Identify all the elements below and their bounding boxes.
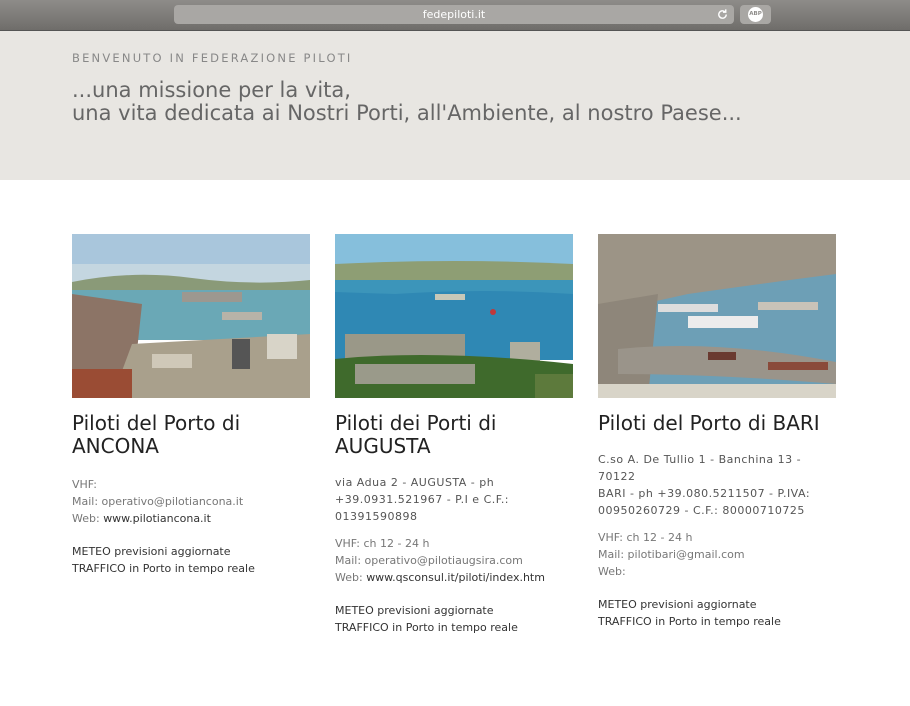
address-line-2: +39.0931.521967 - P.I e C.F.: xyxy=(335,493,510,506)
card-links: METEO previsioni aggiornate TRAFFICO in … xyxy=(598,596,836,630)
address: via Adua 2 - AUGUSTA - ph +39.0931.52196… xyxy=(335,474,573,525)
address-line-2: BARI - ph +39.080.5211507 - P.IVA: xyxy=(598,487,811,500)
address-line-3: 00950260729 - C.F.: 80000710725 xyxy=(598,504,805,517)
contact-info: VHF: Mail: operativo@pilotiancona.it Web… xyxy=(72,476,310,527)
traffico-link[interactable]: TRAFFICO in Porto in tempo reale xyxy=(72,560,310,577)
web-link[interactable]: www.qsconsul.it/piloti/index.htm xyxy=(366,571,545,584)
mail-label: Mail: xyxy=(335,554,365,567)
card-bari: Piloti del Porto di BARI C.so A. De Tull… xyxy=(598,234,836,630)
card-title: Piloti del Porto di BARI xyxy=(598,412,836,435)
reload-icon[interactable] xyxy=(716,8,729,21)
web-row: Web: xyxy=(598,563,836,580)
card-title-line-2: AUGUSTA xyxy=(335,434,431,458)
card-augusta: Piloti dei Porti di AUGUSTA via Adua 2 -… xyxy=(335,234,573,636)
vhf-text: VHF: ch 12 - 24 h xyxy=(598,531,693,544)
traffico-link[interactable]: TRAFFICO in Porto in tempo reale xyxy=(598,613,836,630)
card-title: Piloti dei Porti di AUGUSTA xyxy=(335,412,573,458)
address-line-1: via Adua 2 - AUGUSTA - ph xyxy=(335,476,495,489)
browser-toolbar: fedepiloti.it ABP xyxy=(0,0,910,31)
hero-banner: BENVENUTO IN FEDERAZIONE PILOTI ...una m… xyxy=(0,31,910,180)
mail-label: Mail: xyxy=(598,548,628,561)
mail-row: Mail: operativo@pilotiaugsira.com xyxy=(335,552,573,569)
tagline-line-2: una vita dedicata ai Nostri Porti, all'A… xyxy=(72,101,742,125)
address-line-3: 01391590898 xyxy=(335,510,418,523)
port-ancona-photo[interactable] xyxy=(72,234,310,398)
port-augusta-photo[interactable] xyxy=(335,234,573,398)
url-text[interactable]: fedepiloti.it xyxy=(174,8,734,21)
card-links: METEO previsioni aggiornate TRAFFICO in … xyxy=(335,602,573,636)
address: C.so A. De Tullio 1 - Banchina 13 - 7012… xyxy=(598,451,836,519)
mail-value: operativo@pilotiancona.it xyxy=(101,495,244,508)
mail-row: Mail: operativo@pilotiancona.it xyxy=(72,493,310,510)
mail-value: pilotibari@gmail.com xyxy=(627,548,745,561)
card-ancona: Piloti del Porto di ANCONA VHF: Mail: op… xyxy=(72,234,310,577)
web-link[interactable]: www.pilotiancona.it xyxy=(103,512,211,525)
vhf-text: VHF: ch 12 - 24 h xyxy=(335,537,430,550)
traffico-link[interactable]: TRAFFICO in Porto in tempo reale xyxy=(335,619,573,636)
meteo-link[interactable]: METEO previsioni aggiornate xyxy=(72,543,310,560)
mail-value: operativo@pilotiaugsira.com xyxy=(364,554,523,567)
tagline: ...una missione per la vita, una vita de… xyxy=(72,79,742,125)
contact-info: VHF: ch 12 - 24 h Mail: pilotibari@gmail… xyxy=(598,529,836,580)
web-label: Web: xyxy=(598,565,626,578)
web-row: Web: www.pilotiancona.it xyxy=(72,510,310,527)
mail-label: Mail: xyxy=(72,495,102,508)
address-line-1: C.so A. De Tullio 1 - Banchina 13 - 7012… xyxy=(598,453,802,483)
web-label: Web: xyxy=(335,571,367,584)
card-title: Piloti del Porto di ANCONA xyxy=(72,412,310,458)
adblock-icon: ABP xyxy=(748,7,763,22)
meteo-link[interactable]: METEO previsioni aggiornate xyxy=(598,596,836,613)
adblock-extension-button[interactable]: ABP xyxy=(740,5,771,24)
mail-row: Mail: pilotibari@gmail.com xyxy=(598,546,836,563)
card-title-line-1: Piloti dei Porti di xyxy=(335,411,497,435)
vhf-text: VHF: xyxy=(72,478,97,491)
card-title-line-1: Piloti del Porto di xyxy=(72,411,241,435)
web-row: Web: www.qsconsul.it/piloti/index.htm xyxy=(335,569,573,586)
contact-info: VHF: ch 12 - 24 h Mail: operativo@piloti… xyxy=(335,535,573,586)
address-bar[interactable]: fedepiloti.it xyxy=(174,5,734,24)
card-title-line-2: ANCONA xyxy=(72,434,159,458)
tagline-line-1: ...una missione per la vita, xyxy=(72,78,351,102)
meteo-link[interactable]: METEO previsioni aggiornate xyxy=(335,602,573,619)
card-links: METEO previsioni aggiornate TRAFFICO in … xyxy=(72,543,310,577)
welcome-heading: BENVENUTO IN FEDERAZIONE PILOTI xyxy=(72,51,353,65)
card-title-line-1: Piloti del Porto di BARI xyxy=(598,411,820,435)
port-bari-photo[interactable] xyxy=(598,234,836,398)
web-label: Web: xyxy=(72,512,104,525)
